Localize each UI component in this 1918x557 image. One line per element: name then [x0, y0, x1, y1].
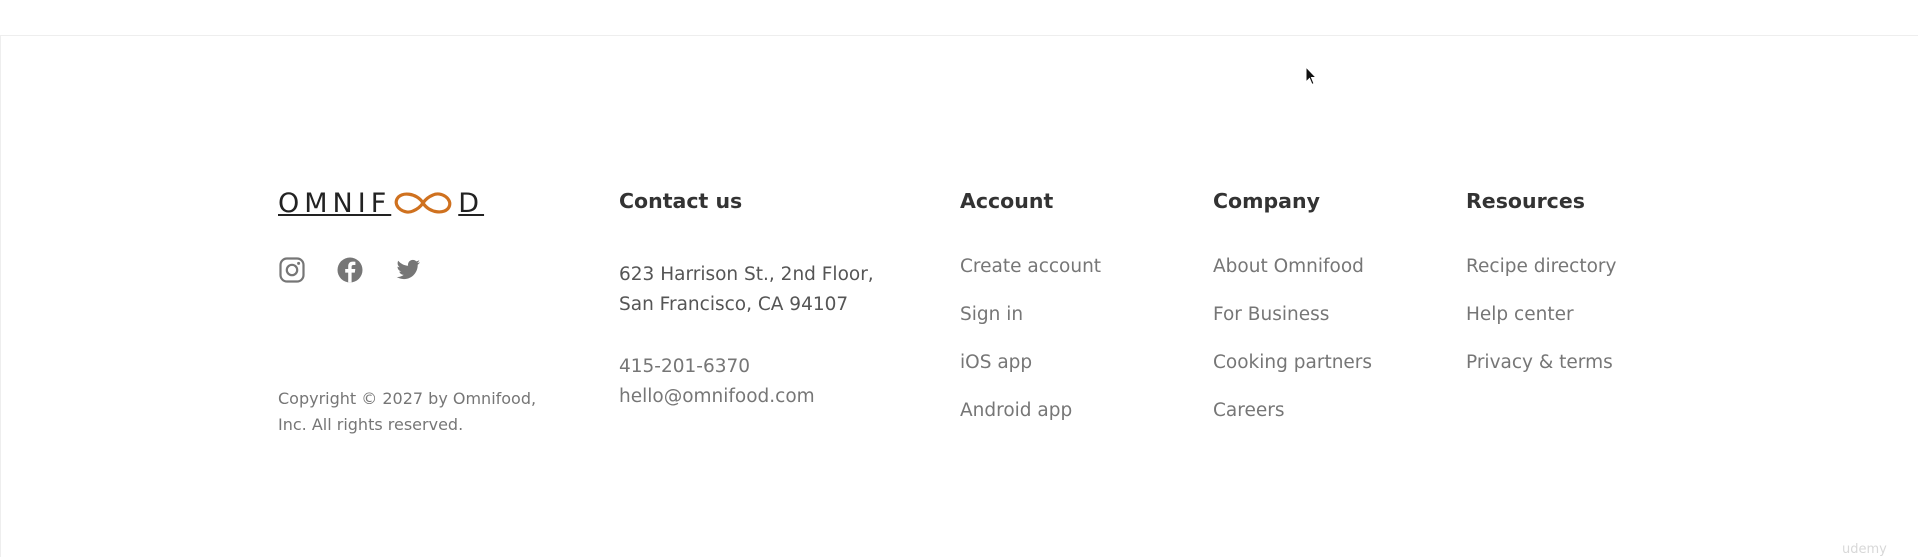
list-item: Cooking partners [1213, 348, 1372, 396]
ios-app-link[interactable]: iOS app [960, 352, 1032, 373]
privacy-terms-link[interactable]: Privacy & terms [1466, 352, 1613, 373]
footer-company-column: Company About Omnifood For Business Cook… [1213, 186, 1413, 421]
phone-link[interactable]: 415-201-6370 [619, 352, 815, 382]
resources-links: Recipe directory Help center Privacy & t… [1466, 252, 1616, 396]
facebook-icon[interactable] [336, 256, 364, 284]
mouse-cursor-icon [1305, 66, 1317, 86]
twitter-icon[interactable] [394, 256, 422, 284]
sign-in-link[interactable]: Sign in [960, 304, 1023, 325]
about-link[interactable]: About Omnifood [1213, 256, 1364, 277]
list-item: For Business [1213, 300, 1372, 348]
list-item: iOS app [960, 348, 1101, 396]
cooking-partners-link[interactable]: Cooking partners [1213, 352, 1372, 373]
top-divider [0, 35, 1918, 36]
list-item: Android app [960, 396, 1101, 444]
footer-logo-column: OMNIF D Copyright © 2027 by Omnifood, In… [278, 186, 578, 435]
address-line-2: San Francisco, CA 94107 [619, 294, 849, 315]
watermark: udemy [1842, 542, 1887, 557]
page: OMNIF D Copyright © 2027 by Omnifood, In… [0, 0, 1918, 557]
list-item: Recipe directory [1466, 252, 1616, 300]
footer-resources-column: Resources Recipe directory Help center P… [1466, 186, 1686, 373]
left-edge-line [0, 36, 1, 557]
list-item: Sign in [960, 300, 1101, 348]
account-heading: Account [960, 189, 1054, 213]
logo-text-end: D [458, 187, 485, 219]
footer-account-column: Account Create account Sign in iOS app A… [960, 186, 1160, 421]
address-line-1: 623 Harrison St., 2nd Floor, [619, 264, 874, 285]
company-links: About Omnifood For Business Cooking part… [1213, 252, 1372, 444]
help-center-link[interactable]: Help center [1466, 304, 1574, 325]
company-heading: Company [1213, 189, 1320, 213]
instagram-icon[interactable] [278, 256, 306, 284]
android-app-link[interactable]: Android app [960, 400, 1072, 421]
logo-text-start: OMNIF [278, 187, 392, 219]
list-item: Create account [960, 252, 1101, 300]
list-item: Privacy & terms [1466, 348, 1616, 396]
copyright-text: Copyright © 2027 by Omnifood, Inc. All r… [278, 389, 537, 434]
recipe-directory-link[interactable]: Recipe directory [1466, 256, 1616, 277]
list-item: About Omnifood [1213, 252, 1372, 300]
infinity-logo-icon [394, 192, 452, 214]
careers-link[interactable]: Careers [1213, 400, 1284, 421]
footer-contact-column: Contact us 623 Harrison St., 2nd Floor, … [619, 186, 919, 407]
contact-heading: Contact us [619, 189, 743, 213]
list-item: Careers [1213, 396, 1372, 444]
list-item: Help center [1466, 300, 1616, 348]
create-account-link[interactable]: Create account [960, 256, 1101, 277]
for-business-link[interactable]: For Business [1213, 304, 1329, 325]
address: 623 Harrison St., 2nd Floor, San Francis… [619, 260, 874, 320]
contact-details: 415-201-6370 hello@omnifood.com [619, 352, 815, 412]
resources-heading: Resources [1466, 189, 1585, 213]
omnifood-logo[interactable]: OMNIF D [278, 186, 578, 220]
email-link[interactable]: hello@omnifood.com [619, 382, 815, 412]
social-links [278, 256, 422, 284]
account-links: Create account Sign in iOS app Android a… [960, 252, 1101, 444]
